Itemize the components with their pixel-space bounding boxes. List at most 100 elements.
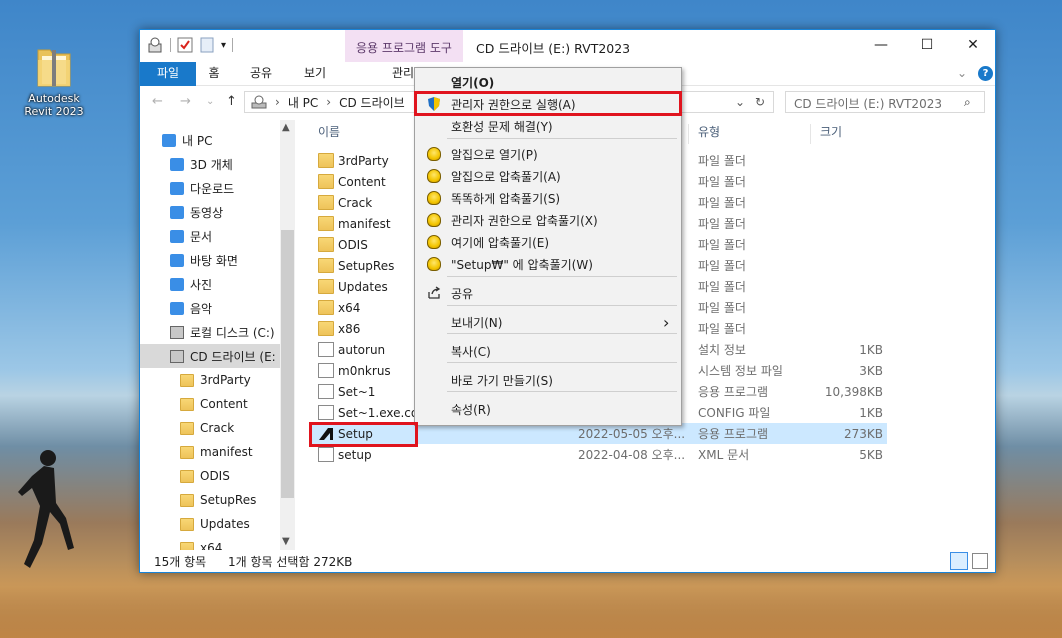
menu-item[interactable]: 바로 가기 만들기(S) <box>417 369 679 391</box>
forward-arrow-icon[interactable]: → <box>180 94 191 109</box>
refresh-icon[interactable]: ↻ <box>755 95 765 109</box>
sidebar-item[interactable]: 로컬 디스크 (C:) <box>140 320 290 344</box>
maximize-button[interactable]: ☐ <box>904 30 950 60</box>
cell-size: 3KB <box>859 363 883 378</box>
sidebar-item[interactable]: 문서 <box>140 224 290 248</box>
tab-share[interactable]: 공유 <box>244 62 278 86</box>
menu-item-label: 열기(O) <box>451 75 495 90</box>
sidebar-item[interactable]: 사진 <box>140 272 290 296</box>
menu-item[interactable]: 관리자 권한으로 압축풀기(X) <box>417 209 679 231</box>
folder-icon <box>180 517 194 531</box>
cell-name: x86 <box>338 321 361 336</box>
cell-name: Set~1.exe.con <box>338 405 426 420</box>
checklist-icon[interactable] <box>177 37 193 53</box>
tab-file[interactable]: 파일 <box>140 62 196 86</box>
sidebar-item[interactable]: Updates <box>140 512 290 536</box>
column-separator[interactable] <box>810 124 811 144</box>
sidebar-item[interactable]: SetupRes <box>140 488 290 512</box>
sidebar-item[interactable]: Content <box>140 392 290 416</box>
properties-icon[interactable] <box>146 36 164 54</box>
folder-icon <box>180 541 194 550</box>
sidebar-item[interactable]: x64 <box>140 536 290 550</box>
sidebar-item-label: 바탕 화면 <box>190 253 238 268</box>
alzip-icon <box>427 235 441 249</box>
app-tools-tab[interactable]: 응용 프로그램 도구 <box>345 30 463 62</box>
desktop-icon-label-1: Autodesk <box>28 92 80 105</box>
tab-home[interactable]: 홈 <box>202 62 226 86</box>
nav-scroll-thumb[interactable] <box>281 230 294 498</box>
details-view-icon[interactable] <box>950 552 968 570</box>
folder-icon <box>318 216 334 231</box>
column-size[interactable]: 크기 <box>820 120 842 146</box>
menu-item[interactable]: 여기에 압축풀기(E) <box>417 231 679 253</box>
sidebar-item-label: manifest <box>200 445 253 459</box>
column-separator[interactable] <box>688 124 689 144</box>
menu-item[interactable]: 복사(C) <box>417 340 679 362</box>
sidebar-item[interactable]: 동영상 <box>140 200 290 224</box>
sidebar-item[interactable]: 다운로드 <box>140 176 290 200</box>
tab-view[interactable]: 보기 <box>298 62 332 86</box>
sidebar-item[interactable]: ODIS <box>140 464 290 488</box>
column-name[interactable]: 이름 <box>318 120 340 146</box>
menu-item[interactable]: 보내기(N) › <box>417 311 679 333</box>
cell-name: Set~1 <box>338 384 376 399</box>
menu-separator <box>447 391 677 392</box>
cell-name: SetupRes <box>338 258 395 273</box>
cell-size: 5KB <box>859 447 883 462</box>
system-info-icon <box>318 363 334 378</box>
sidebar-item[interactable]: 3rdParty <box>140 368 290 392</box>
breadcrumb-pc[interactable]: 내 PC <box>288 94 318 111</box>
search-input[interactable]: CD 드라이브 (E:) RVT2023 <box>785 91 985 113</box>
sidebar-item[interactable]: 내 PC <box>140 128 290 152</box>
close-button[interactable]: ✕ <box>950 30 996 60</box>
scroll-up-icon[interactable]: ▲ <box>282 122 290 133</box>
desktop-icon-autodesk-revit[interactable]: Autodesk Revit 2023 <box>20 44 88 118</box>
menu-item[interactable]: 공유 <box>417 282 679 304</box>
cell-size: 1KB <box>859 405 883 420</box>
cell-date: 2022-05-05 오후... <box>578 427 686 441</box>
address-dropdown-icon[interactable]: ⌄ <box>735 95 745 109</box>
large-icons-view-icon[interactable] <box>972 553 988 569</box>
recent-dropdown-icon[interactable]: ⌄ <box>206 96 214 107</box>
sidebar-item[interactable]: 3D 개체 <box>140 152 290 176</box>
folder-icon <box>318 195 334 210</box>
table-row[interactable]: setup 2022-04-08 오후... XML 문서 5KB <box>310 444 887 465</box>
menu-item[interactable]: 똑똑하게 압축풀기(S) <box>417 187 679 209</box>
sidebar-item[interactable]: 음악 <box>140 296 290 320</box>
new-folder-icon[interactable] <box>199 37 215 53</box>
breadcrumb-cd-drive[interactable]: CD 드라이브 <box>339 94 405 111</box>
sidebar-item[interactable]: manifest <box>140 440 290 464</box>
cell-name: 3rdParty <box>338 153 389 168</box>
window-title: CD 드라이브 (E:) RVT2023 <box>476 41 631 56</box>
menu-item[interactable]: 알집으로 열기(P) <box>417 143 679 165</box>
sidebar-item-label: Content <box>200 397 248 411</box>
cell-type: 파일 폴더 <box>698 196 746 210</box>
menu-item[interactable]: "Setup₩" 에 압축풀기(W) <box>417 253 679 275</box>
help-icon[interactable]: ? <box>978 66 993 81</box>
menu-item[interactable]: 열기(O) <box>417 71 679 93</box>
menu-item[interactable]: 호환성 문제 해결(Y) <box>417 115 679 137</box>
cell-date: 2022-04-08 오후... <box>578 448 686 462</box>
column-type[interactable]: 유형 <box>698 120 720 146</box>
cell-name: Content <box>338 174 386 189</box>
nav-scrollbar[interactable]: ▲ ▼ <box>280 120 295 550</box>
alzip-icon <box>427 147 441 161</box>
sidebar-item[interactable]: Crack <box>140 416 290 440</box>
back-arrow-icon[interactable]: ← <box>152 94 163 109</box>
cell-name: ODIS <box>338 237 368 252</box>
up-arrow-icon[interactable]: ↑ <box>226 94 237 109</box>
ribbon-expand-icon[interactable]: ⌄ <box>952 62 972 86</box>
menu-item[interactable]: 속성(R) <box>417 398 679 420</box>
minimize-button[interactable]: — <box>858 30 904 60</box>
sidebar-item[interactable]: CD 드라이브 (E: <box>140 344 290 368</box>
folder-icon <box>180 493 194 507</box>
alzip-shield-icon <box>427 213 441 227</box>
menu-item-label: 속성(R) <box>451 402 491 417</box>
menu-item[interactable]: 알집으로 압축풀기(A) <box>417 165 679 187</box>
video-icon <box>170 205 184 219</box>
menu-item-label: 관리자 권한으로 압축풀기(X) <box>451 213 598 228</box>
qat-dropdown-icon[interactable]: ▾ <box>221 40 226 51</box>
scroll-down-icon[interactable]: ▼ <box>282 536 290 547</box>
cell-size: 273KB <box>843 426 883 441</box>
sidebar-item[interactable]: 바탕 화면 <box>140 248 290 272</box>
